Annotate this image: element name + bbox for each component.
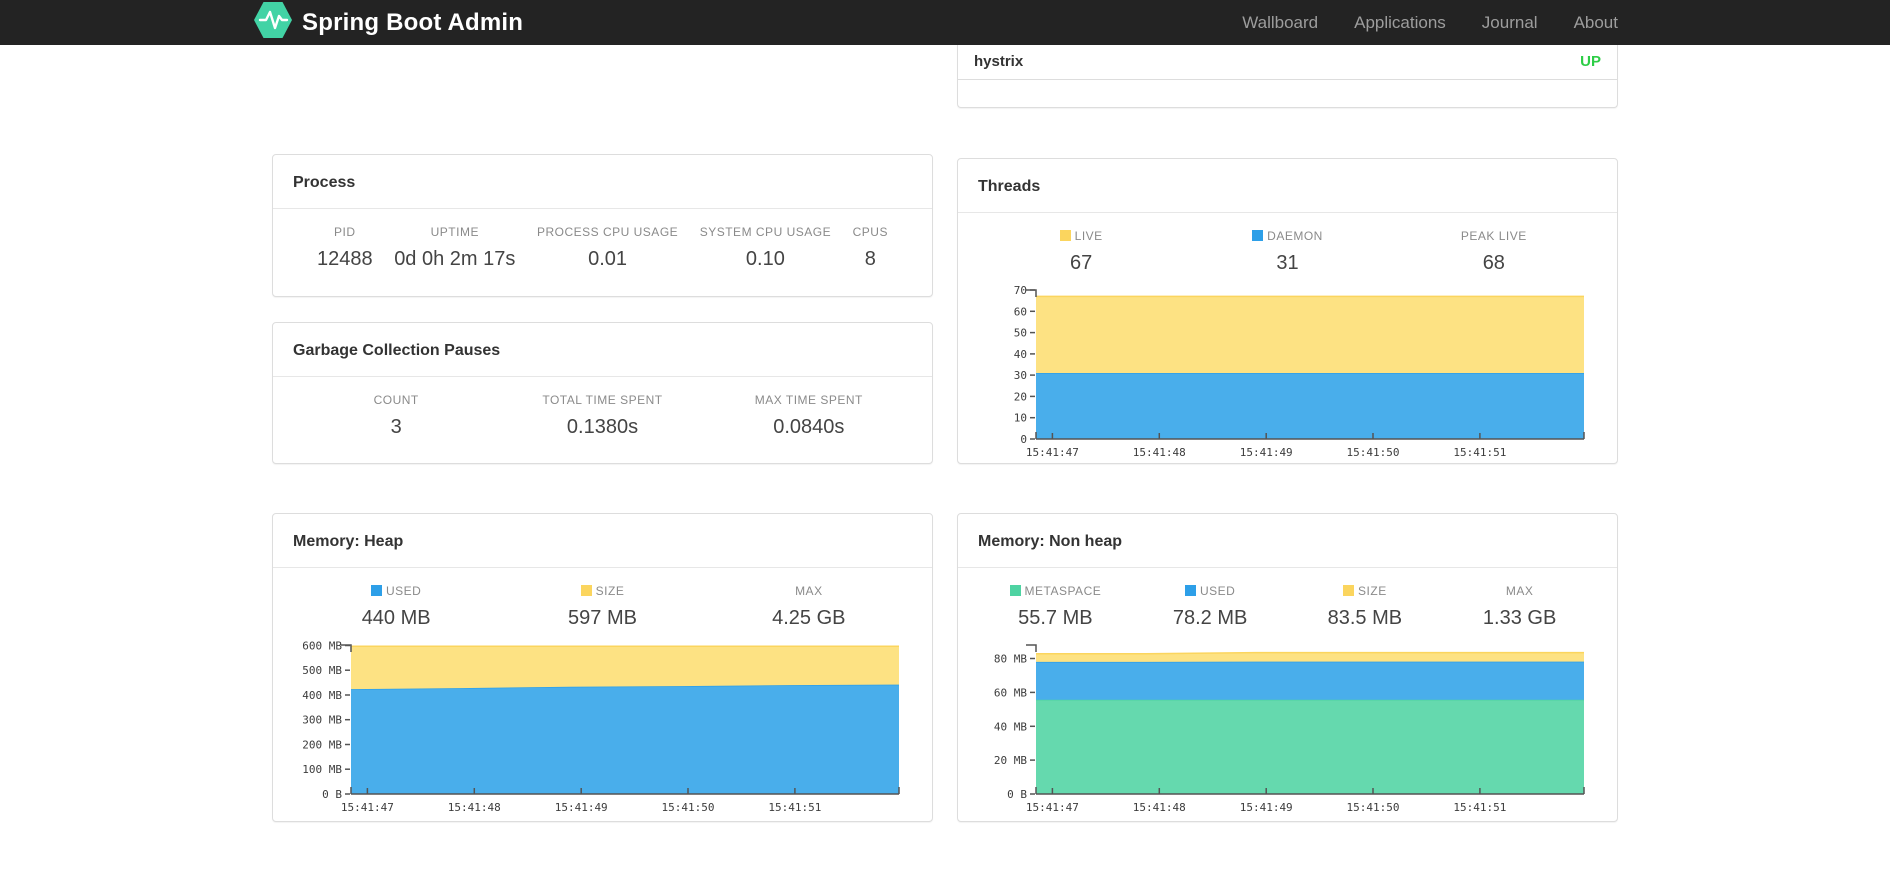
svg-text:15:41:49: 15:41:49 xyxy=(555,801,608,814)
threads-legend: LIVE 67 DAEMON 31 PEAK LIVE 68 xyxy=(978,229,1597,275)
svg-text:400 MB: 400 MB xyxy=(302,689,342,702)
svg-text:15:41:48: 15:41:48 xyxy=(1133,446,1186,459)
metric-nonheap-metaspace: METASPACE 55.7 MB xyxy=(978,584,1133,630)
nonheap-legend: METASPACE 55.7 MB USED 78.2 MB SIZE 83.5… xyxy=(978,584,1597,630)
svg-text:500 MB: 500 MB xyxy=(302,664,342,677)
nonheap-used-legend-swatch-icon xyxy=(1184,585,1196,596)
svg-text:200 MB: 200 MB xyxy=(302,739,342,752)
memory-heap-panel: Memory: Heap USED 440 MB SIZE 597 MB MAX… xyxy=(272,513,933,822)
svg-text:15:41:51: 15:41:51 xyxy=(1453,446,1506,459)
brand[interactable]: Spring Boot Admin xyxy=(254,1,523,44)
memory-heap-panel-title: Memory: Heap xyxy=(273,514,932,568)
metric-gc-max-time: MAX TIME SPENT 0.0840s xyxy=(754,393,863,438)
svg-text:60 MB: 60 MB xyxy=(994,686,1027,699)
nav-link-journal[interactable]: Journal xyxy=(1482,13,1538,33)
svg-text:15:41:47: 15:41:47 xyxy=(1026,801,1079,814)
svg-text:40: 40 xyxy=(1014,348,1027,361)
svg-text:0 B: 0 B xyxy=(1007,788,1027,801)
nav-link-applications[interactable]: Applications xyxy=(1354,13,1446,33)
svg-text:15:41:48: 15:41:48 xyxy=(448,801,501,814)
memory-heap-chart: 0 B 100 MB 200 MB 300 MB 400 MB 500 MB 600 MB 1… xyxy=(302,640,900,814)
threads-panel: Threads LIVE 67 DAEMON 31 PEAK LIVE 68 0… xyxy=(957,158,1618,464)
metric-threads-daemon: DAEMON 31 xyxy=(1184,229,1390,275)
brand-title: Spring Boot Admin xyxy=(302,8,524,36)
metric-heap-max: MAX 4.25 GB xyxy=(772,584,846,629)
metric-cpus: CPUS 8 xyxy=(852,225,888,270)
metric-threads-peak-live: PEAK LIVE 68 xyxy=(1460,229,1527,274)
metric-gc-total-time: TOTAL TIME SPENT 0.1380s xyxy=(542,393,663,438)
threads-panel-title: Threads xyxy=(958,159,1617,213)
svg-text:70: 70 xyxy=(1014,284,1027,297)
svg-text:100 MB: 100 MB xyxy=(302,763,342,776)
svg-text:15:41:50: 15:41:50 xyxy=(1347,446,1400,459)
metric-pid: PID 12488 xyxy=(317,225,373,270)
svg-text:15:41:47: 15:41:47 xyxy=(1026,446,1079,459)
gc-pauses-panel: Garbage Collection Pauses COUNT 3 TOTAL … xyxy=(272,322,933,464)
process-panel: Process PID 12488 UPTIME 0d 0h 2m 17s PR… xyxy=(272,154,933,297)
nonheap-metaspace-legend-swatch-icon xyxy=(1009,585,1021,596)
threads-chart: 0 10 20 30 40 50 60 70 15:41:47 15:41:48 15:41:49 1… xyxy=(1014,284,1585,459)
gc-metrics: COUNT 3 TOTAL TIME SPENT 0.1380s MAX TIM… xyxy=(293,393,912,439)
svg-text:30: 30 xyxy=(1014,369,1027,382)
process-panel-title: Process xyxy=(273,155,932,209)
metric-gc-count: COUNT 3 xyxy=(373,393,419,438)
svg-text:50: 50 xyxy=(1014,327,1027,340)
svg-text:15:41:49: 15:41:49 xyxy=(1240,446,1293,459)
health-row-hystrix[interactable]: hystrix UP xyxy=(958,45,1617,80)
heap-used-legend-swatch-icon xyxy=(370,585,382,596)
metric-threads-live: LIVE 67 xyxy=(978,229,1184,275)
svg-text:15:41:49: 15:41:49 xyxy=(1240,801,1293,814)
gc-panel-title: Garbage Collection Pauses xyxy=(273,323,932,377)
svg-text:15:41:50: 15:41:50 xyxy=(1347,801,1400,814)
svg-text:15:41:47: 15:41:47 xyxy=(341,801,394,814)
svg-text:600 MB: 600 MB xyxy=(302,640,342,653)
memory-nonheap-chart: 0 B 20 MB 40 MB 60 MB 80 MB 15:41:47 15:41:48 1… xyxy=(994,644,1585,814)
threads-daemon-legend-swatch-icon xyxy=(1252,230,1264,241)
svg-text:40 MB: 40 MB xyxy=(994,720,1027,733)
metric-heap-used: USED 440 MB xyxy=(361,584,431,629)
heap-legend: USED 440 MB SIZE 597 MB MAX 4.25 GB xyxy=(293,584,912,630)
navbar: Spring Boot Admin Wallboard Applications… xyxy=(0,0,1890,45)
svg-text:60: 60 xyxy=(1014,305,1027,318)
svg-text:0: 0 xyxy=(1020,433,1027,446)
svg-text:0 B: 0 B xyxy=(322,788,342,801)
process-metrics: PID 12488 UPTIME 0d 0h 2m 17s PROCESS CP… xyxy=(293,225,912,271)
status-badge: UP xyxy=(1580,53,1601,70)
svg-text:15:41:51: 15:41:51 xyxy=(768,801,821,814)
svg-text:80 MB: 80 MB xyxy=(994,653,1027,666)
metric-system-cpu-usage: SYSTEM CPU USAGE 0.10 xyxy=(699,225,832,270)
health-name: hystrix xyxy=(974,53,1024,70)
svg-text:300 MB: 300 MB xyxy=(302,714,342,727)
nonheap-size-legend-swatch-icon xyxy=(1343,585,1355,596)
svg-text:20 MB: 20 MB xyxy=(994,754,1027,767)
metric-process-cpu-usage: PROCESS CPU USAGE 0.01 xyxy=(536,225,679,270)
memory-nonheap-panel: Memory: Non heap METASPACE 55.7 MB USED … xyxy=(957,513,1618,822)
nav-links: Wallboard Applications Journal About xyxy=(1242,13,1618,33)
nav-link-about[interactable]: About xyxy=(1574,13,1618,33)
metric-nonheap-size: SIZE 83.5 MB xyxy=(1327,584,1403,629)
nav-link-wallboard[interactable]: Wallboard xyxy=(1242,13,1318,33)
metric-nonheap-max: MAX 1.33 GB xyxy=(1482,584,1557,629)
svg-text:15:41:48: 15:41:48 xyxy=(1133,801,1186,814)
metric-nonheap-used: USED 78.2 MB xyxy=(1172,584,1248,629)
spring-boot-admin-logo-icon xyxy=(254,1,292,44)
svg-text:10: 10 xyxy=(1014,412,1027,425)
metric-uptime: UPTIME 0d 0h 2m 17s xyxy=(394,225,516,270)
svg-text:15:41:50: 15:41:50 xyxy=(662,801,715,814)
svg-text:20: 20 xyxy=(1014,390,1027,403)
heap-size-legend-swatch-icon xyxy=(580,585,592,596)
svg-text:15:41:51: 15:41:51 xyxy=(1453,801,1506,814)
threads-live-legend-swatch-icon xyxy=(1059,230,1071,241)
metric-heap-size: SIZE 597 MB xyxy=(568,584,637,629)
memory-nonheap-panel-title: Memory: Non heap xyxy=(958,514,1617,568)
health-panel: hystrix UP xyxy=(957,45,1618,108)
